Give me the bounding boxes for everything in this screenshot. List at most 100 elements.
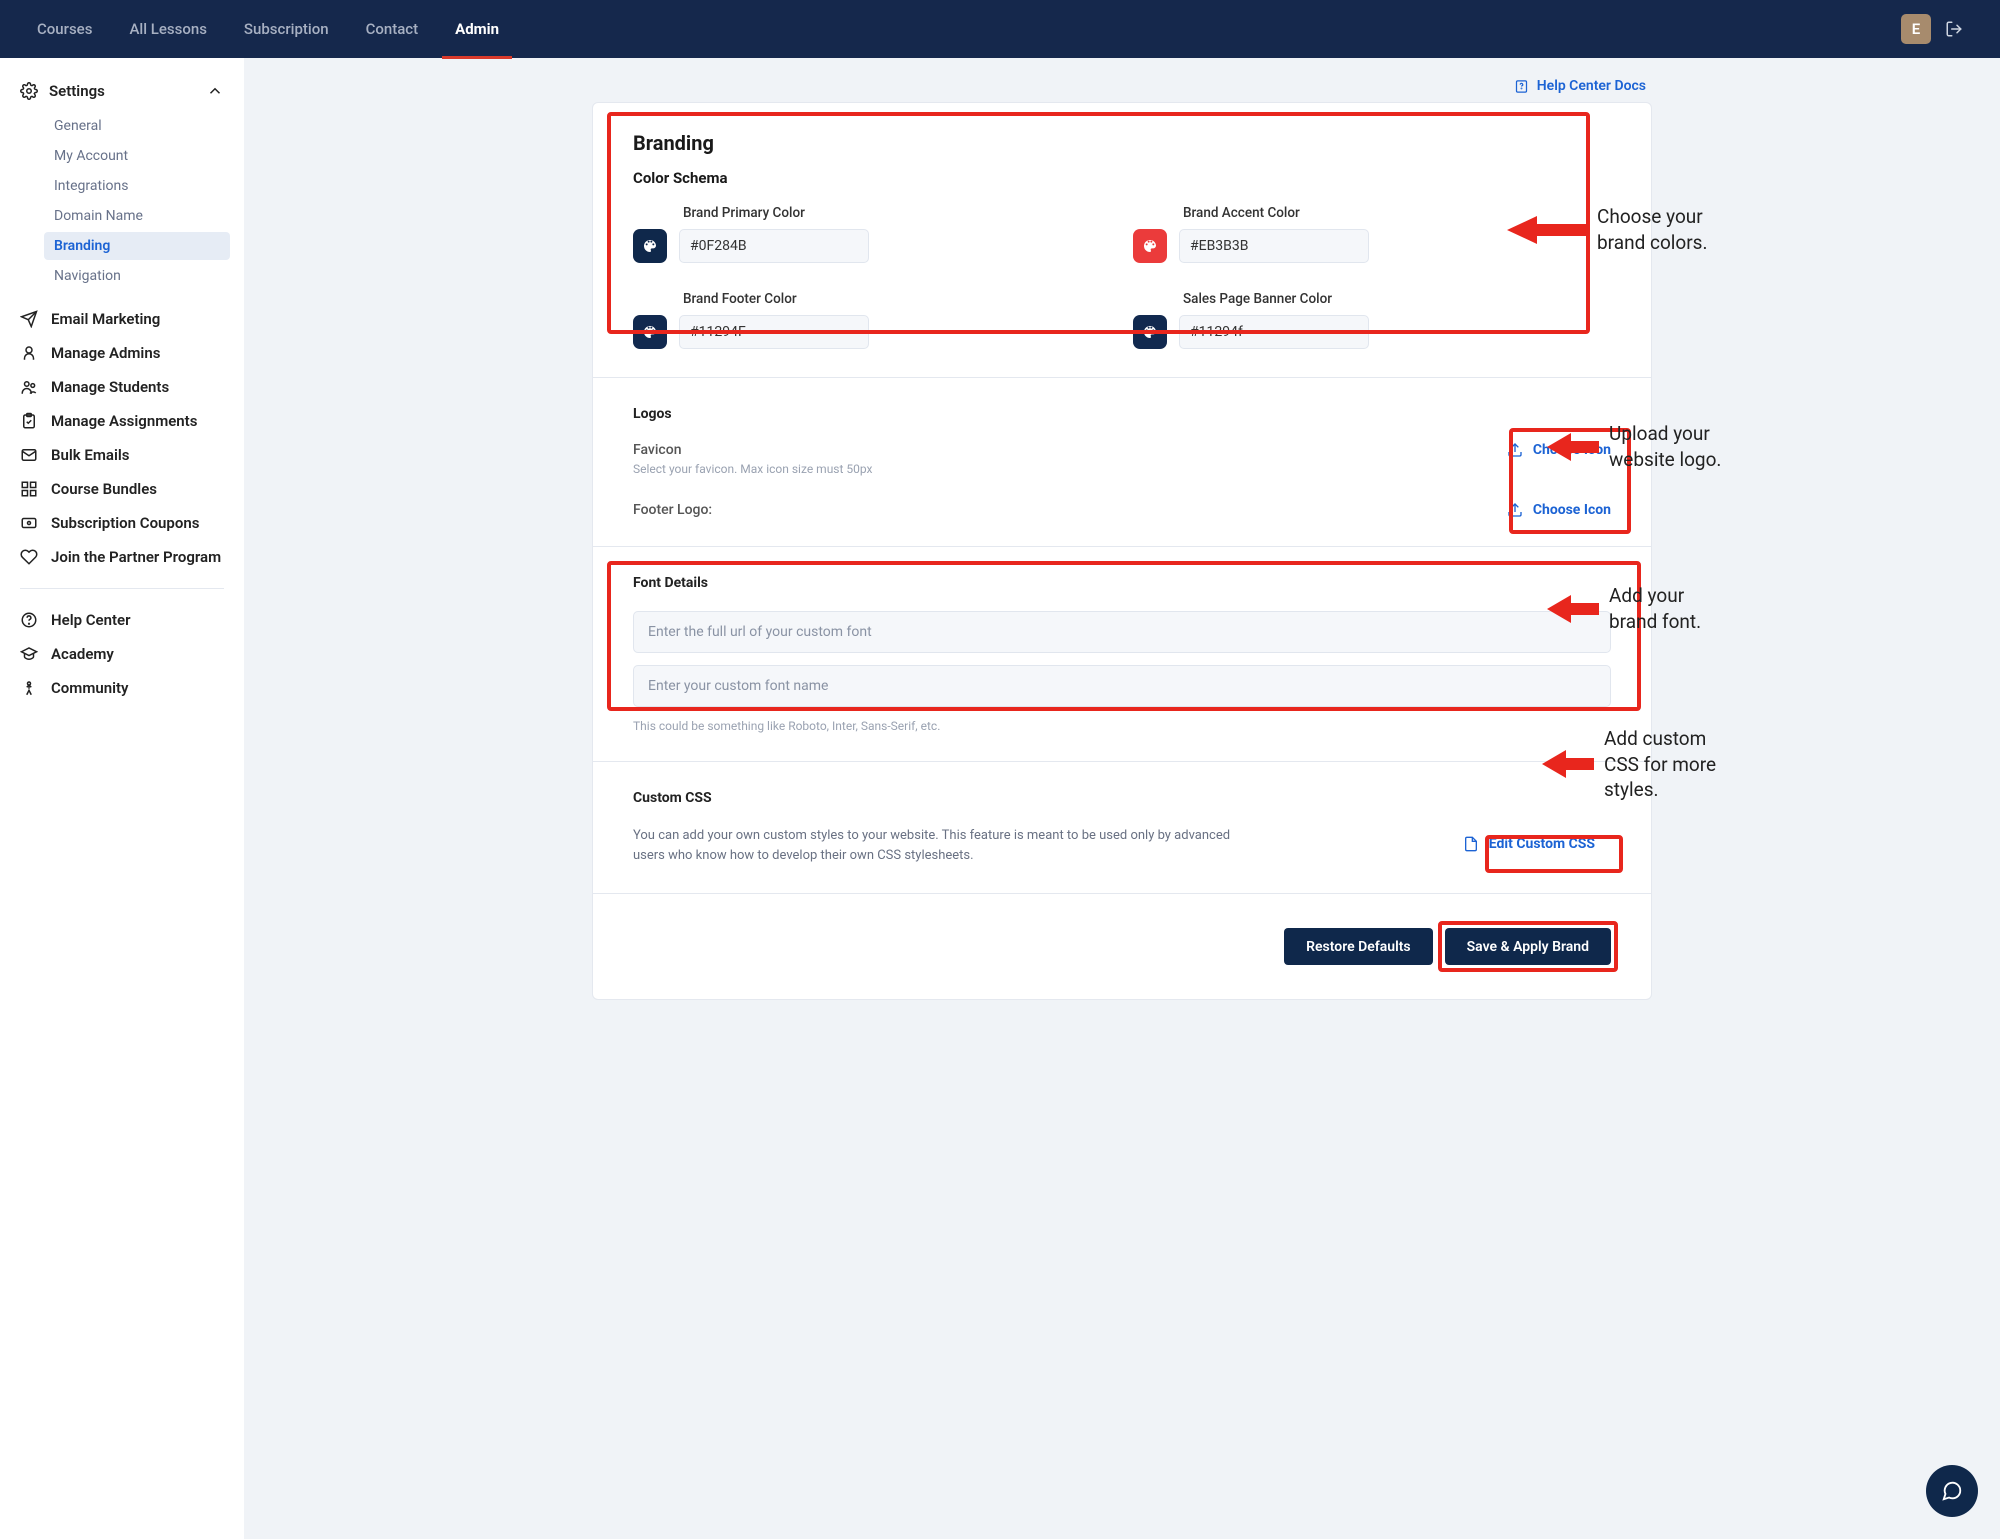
nav-admin[interactable]: Admin [455, 0, 499, 58]
nav-lessons[interactable]: All Lessons [129, 0, 206, 58]
choose-footer-logo-label: Choose Icon [1533, 502, 1611, 518]
panel-css: Custom CSS You can add your own custom s… [593, 762, 1651, 894]
academic-icon [20, 645, 38, 663]
sidebar-navigation[interactable]: Navigation [44, 262, 230, 290]
sidebar-domain[interactable]: Domain Name [44, 202, 230, 230]
sidebar-integrations[interactable]: Integrations [44, 172, 230, 200]
help-center-docs-link[interactable]: Help Center Docs [592, 78, 1652, 94]
sidebar-coupons[interactable]: Subscription Coupons [14, 506, 230, 540]
upload-icon [1507, 502, 1523, 518]
sidebar-course-bundles[interactable]: Course Bundles [14, 472, 230, 506]
palette-icon [1142, 324, 1158, 340]
users-icon [20, 378, 38, 396]
schema-title: Color Schema [633, 169, 1611, 187]
person-icon [20, 679, 38, 697]
choose-footer-logo-button[interactable]: Choose Icon [1507, 502, 1611, 518]
sidebar-item-label: Help Center [51, 611, 131, 629]
sidebar-help[interactable]: Help Center [14, 603, 230, 637]
color-accent-input[interactable] [1179, 229, 1369, 263]
swatch-footer[interactable] [633, 315, 667, 349]
send-icon [20, 310, 38, 328]
sidebar-item-label: Manage Students [51, 378, 169, 396]
grid-icon [20, 480, 38, 498]
swatch-primary[interactable] [633, 229, 667, 263]
branding-title: Branding [633, 131, 1611, 155]
sidebar-item-label: Join the Partner Program [51, 548, 221, 566]
color-accent-label: Brand Accent Color [1183, 205, 1513, 221]
sidebar-manage-admins[interactable]: Manage Admins [14, 336, 230, 370]
sidebar-myaccount[interactable]: My Account [44, 142, 230, 170]
swatch-accent[interactable] [1133, 229, 1167, 263]
sidebar-item-label: Manage Assignments [51, 412, 197, 430]
sidebar-manage-students[interactable]: Manage Students [14, 370, 230, 404]
sidebar-item-label: Subscription Coupons [51, 514, 199, 532]
panel-logos: Logos Favicon Select your favicon. Max i… [593, 378, 1651, 547]
nav-contact[interactable]: Contact [366, 0, 419, 58]
help-link-label: Help Center Docs [1537, 78, 1646, 94]
sidebar-general[interactable]: General [44, 112, 230, 140]
palette-icon [1142, 238, 1158, 254]
color-primary: Brand Primary Color [633, 205, 1013, 263]
css-file-icon [1463, 836, 1479, 852]
font-name-input[interactable] [633, 665, 1611, 707]
color-primary-label: Brand Primary Color [683, 205, 1013, 221]
color-accent: Brand Accent Color [1133, 205, 1513, 263]
sidebar-partner[interactable]: Join the Partner Program [14, 540, 230, 574]
sidebar-sublist: General My Account Integrations Domain N… [44, 112, 230, 290]
font-hint: This could be something like Roboto, Int… [633, 719, 1611, 733]
top-nav: Courses All Lessons Subscription Contact… [0, 0, 2000, 58]
logout-icon[interactable] [1945, 20, 1963, 38]
sidebar-email-marketing[interactable]: Email Marketing [14, 302, 230, 336]
color-sales: Sales Page Banner Color [1133, 291, 1513, 349]
css-title: Custom CSS [633, 790, 1611, 806]
color-sales-input[interactable] [1179, 315, 1369, 349]
sidebar-branding[interactable]: Branding [44, 232, 230, 260]
sidebar-item-label: Bulk Emails [51, 446, 130, 464]
favicon-hint: Select your favicon. Max icon size must … [633, 462, 873, 476]
swatch-sales[interactable] [1133, 315, 1167, 349]
gear-icon [20, 82, 38, 100]
sidebar-settings-label: Settings [49, 82, 105, 100]
nav-items: Courses All Lessons Subscription Contact… [37, 0, 499, 58]
sidebar: Settings General My Account Integrations… [0, 58, 244, 1539]
clipboard-icon [20, 412, 38, 430]
favicon-label: Favicon [633, 442, 873, 458]
divider [20, 588, 224, 589]
color-sales-label: Sales Page Banner Color [1183, 291, 1513, 307]
color-footer-label: Brand Footer Color [683, 291, 1013, 307]
user-icon [20, 344, 38, 362]
avatar[interactable]: E [1901, 14, 1931, 44]
footer-logo-label: Footer Logo: [633, 502, 712, 518]
choose-favicon-label: Choose Icon [1533, 442, 1611, 458]
upload-icon [1507, 442, 1523, 458]
chat-fab[interactable] [1926, 1465, 1978, 1517]
panel-font: Font Details This could be something lik… [593, 547, 1651, 762]
sidebar-item-label: Academy [51, 645, 114, 663]
sidebar-item-label: Email Marketing [51, 310, 160, 328]
nav-courses[interactable]: Courses [37, 0, 92, 58]
choose-favicon-button[interactable]: Choose Icon [1507, 442, 1611, 458]
sidebar-community[interactable]: Community [14, 671, 230, 705]
nav-subscription[interactable]: Subscription [244, 0, 329, 58]
color-footer-input[interactable] [679, 315, 869, 349]
palette-icon [642, 324, 658, 340]
restore-defaults-button[interactable]: Restore Defaults [1284, 928, 1433, 965]
chevron-up-icon [206, 82, 224, 100]
edit-css-label: Edit Custom CSS [1489, 836, 1595, 852]
save-apply-button[interactable]: Save & Apply Brand [1445, 928, 1611, 965]
sidebar-academy[interactable]: Academy [14, 637, 230, 671]
ticket-icon [20, 514, 38, 532]
edit-css-button[interactable]: Edit Custom CSS [1447, 826, 1611, 862]
sidebar-manage-assignments[interactable]: Manage Assignments [14, 404, 230, 438]
panel-branding: Branding Color Schema Brand Primary Colo… [593, 103, 1651, 378]
main: Help Center Docs Branding Color Schema B… [244, 58, 2000, 1539]
sidebar-bulk-emails[interactable]: Bulk Emails [14, 438, 230, 472]
font-url-input[interactable] [633, 611, 1611, 653]
logos-title: Logos [633, 406, 1611, 422]
heart-icon [20, 548, 38, 566]
mail-icon [20, 446, 38, 464]
sidebar-item-label: Manage Admins [51, 344, 160, 362]
chat-icon [1941, 1480, 1963, 1502]
sidebar-settings-header[interactable]: Settings [14, 76, 230, 106]
color-primary-input[interactable] [679, 229, 869, 263]
